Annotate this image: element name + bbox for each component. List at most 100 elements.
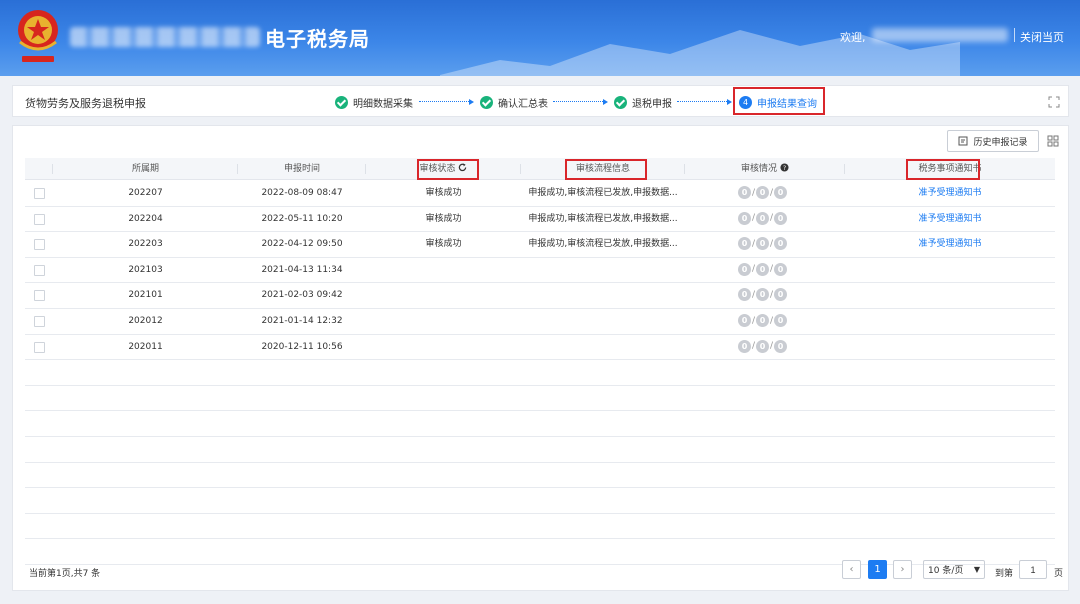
result-panel: 历史申报记录 所属期 申报时间 审核状态 审核流程信息 审核情况 ? 税务事项通… (12, 125, 1069, 591)
table-row: 202204 2022-05-11 10:20 审核成功 申报成功,审核流程已发放,申… (25, 207, 1055, 233)
count-badge: 0 (756, 314, 770, 327)
status-cell (366, 335, 521, 360)
check-circle-icon (614, 95, 627, 109)
step-1[interactable]: 明细数据采集 (335, 94, 413, 110)
row-checkbox[interactable] (34, 316, 45, 327)
notice-link[interactable]: 准予受理通知书 (845, 207, 1055, 232)
review-counts[interactable]: 0/0/0 (738, 211, 788, 225)
step-label: 退税申报 (632, 98, 672, 110)
step-label: 明细数据采集 (353, 98, 413, 110)
period-cell: 202012 (128, 316, 163, 326)
review-counts[interactable]: 0/0/0 (738, 288, 788, 302)
time-cell: 2021-04-13 11:34 (261, 264, 343, 275)
header-banner: 电子税务局 欢迎, 关闭当页 (0, 0, 1080, 76)
empty-row (25, 411, 1055, 437)
help-icon[interactable]: ? (780, 163, 789, 172)
review-counts[interactable]: 0/0/0 (738, 186, 788, 199)
count-badge: 0 (756, 288, 770, 302)
notice-link[interactable]: 准予受理通知书 (845, 181, 1055, 206)
prev-page-button[interactable]: ‹ (842, 560, 861, 579)
row-checkbox[interactable] (34, 188, 45, 199)
goto-page-input[interactable] (1019, 560, 1047, 579)
empty-row (25, 514, 1055, 540)
table-row: 202203 2022-04-12 09:50 审核成功 申报成功,审核流程已发放,申… (25, 232, 1055, 258)
column-settings-icon[interactable] (1047, 135, 1059, 147)
count-badge: 0 (774, 339, 788, 353)
row-checkbox[interactable] (34, 213, 45, 225)
count-badge: 0 (738, 339, 751, 353)
empty-row (25, 386, 1055, 412)
header-review: 审核情况 ? (685, 158, 845, 180)
count-badge: 0 (756, 186, 770, 199)
table-row: 202012 2021-01-14 12:32 0/0/0 (25, 309, 1055, 335)
review-counts[interactable]: 0/0/0 (738, 339, 788, 353)
header-checkbox-col (25, 158, 53, 180)
notice-link[interactable] (845, 335, 1055, 360)
time-cell: 2022-04-12 09:50 (261, 239, 343, 250)
page-info: 当前第1页,共7 条 (29, 569, 101, 579)
review-counts[interactable]: 0/0/0 (738, 314, 788, 327)
page-size-value: 10 条/页 (928, 566, 964, 576)
step-arrow-icon (419, 99, 474, 105)
time-cell: 2021-01-14 12:32 (261, 316, 343, 326)
notice-link[interactable] (845, 283, 1055, 308)
site-title: 电子税务局 (265, 27, 370, 51)
row-checkbox[interactable] (34, 239, 45, 251)
step-2[interactable]: 确认汇总表 (480, 94, 548, 110)
page-number-button[interactable]: 1 (868, 560, 887, 579)
count-badge: 0 (738, 314, 751, 327)
status-cell: 审核成功 (425, 239, 462, 250)
redacted-user-name (872, 28, 1008, 42)
header-period: 所属期 (53, 158, 238, 180)
count-badge: 0 (774, 186, 788, 199)
review-counts[interactable]: 0/0/0 (738, 237, 788, 251)
empty-row (25, 360, 1055, 386)
count-badge: 0 (738, 262, 751, 276)
flow-cell[interactable] (521, 309, 685, 334)
time-cell: 2021-02-03 09:42 (261, 290, 343, 301)
fullscreen-icon[interactable] (1048, 96, 1060, 108)
count-badge: 0 (738, 186, 751, 199)
history-records-label: 历史申报记录 (973, 137, 1028, 148)
step-arrow-icon (677, 99, 732, 105)
count-badge: 0 (756, 237, 770, 251)
row-checkbox[interactable] (34, 290, 45, 302)
empty-row (25, 463, 1055, 489)
time-cell: 2020-12-11 10:56 (261, 341, 343, 352)
next-page-button[interactable]: › (893, 560, 912, 579)
review-counts[interactable]: 0/0/0 (738, 262, 788, 276)
flow-cell[interactable] (521, 258, 685, 283)
page-size-select[interactable]: 10 条/页 ▼ (923, 560, 985, 579)
notice-link[interactable] (845, 309, 1055, 334)
highlight-box-notice (906, 159, 980, 180)
row-checkbox[interactable] (34, 341, 45, 353)
step-bar: 货物劳务及服务退税申报 明细数据采集 确认汇总表 退税申报 4 申报结果查询 (12, 85, 1069, 117)
flow-cell[interactable] (521, 283, 685, 308)
history-records-button[interactable]: 历史申报记录 (947, 130, 1039, 152)
count-badge: 0 (738, 288, 751, 302)
step-3[interactable]: 退税申报 (614, 94, 672, 110)
goto-label: 到第 (995, 569, 1014, 579)
table-row: 202207 2022-08-09 08:47 审核成功 申报成功,审核流程已发放,申… (25, 181, 1055, 207)
period-cell: 202207 (128, 188, 163, 198)
welcome-text: 欢迎, (840, 31, 866, 44)
row-checkbox[interactable] (34, 264, 45, 276)
count-badge: 0 (756, 262, 770, 276)
flow-cell[interactable]: 申报成功,审核流程已发放,申报数据... (521, 181, 685, 206)
empty-row (25, 488, 1055, 514)
status-cell (366, 283, 521, 308)
flow-cell[interactable]: 申报成功,审核流程已发放,申报数据... (521, 232, 685, 257)
step-label: 确认汇总表 (498, 98, 548, 110)
close-page-link[interactable]: 关闭当页 (1020, 29, 1064, 45)
flow-cell[interactable] (521, 335, 685, 360)
count-badge: 0 (738, 237, 751, 251)
flow-cell[interactable]: 申报成功,审核流程已发放,申报数据... (521, 207, 685, 232)
chevron-down-icon: ▼ (973, 565, 980, 574)
notice-link[interactable]: 准予受理通知书 (845, 232, 1055, 257)
document-icon (958, 136, 968, 146)
highlight-box-step (733, 87, 825, 115)
notice-link[interactable] (845, 258, 1055, 283)
count-badge: 0 (774, 262, 788, 276)
check-circle-icon (480, 95, 493, 109)
period-cell: 202101 (128, 290, 163, 301)
